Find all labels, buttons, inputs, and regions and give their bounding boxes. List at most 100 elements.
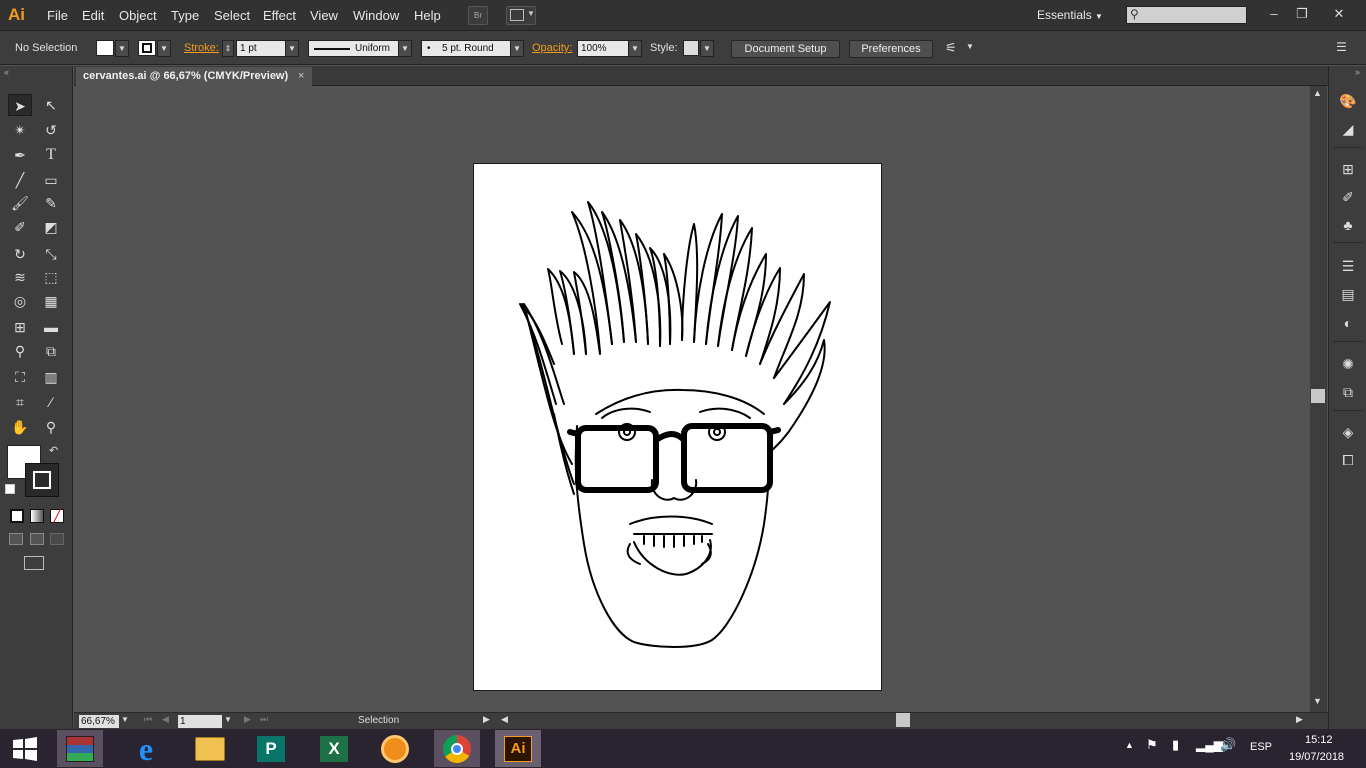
next-artboard-icon[interactable]: ▶ — [244, 714, 251, 725]
taskbar-publisher[interactable]: P — [248, 730, 294, 767]
previous-artboard-icon[interactable]: ◀ — [162, 714, 169, 725]
appearance-icon[interactable]: ✺ — [1338, 355, 1358, 373]
color-guide-icon[interactable]: ◢ — [1338, 120, 1358, 138]
variable-width-profile[interactable]: Uniform — [308, 40, 399, 57]
arrange-documents-button[interactable]: ▼ — [506, 6, 536, 25]
search-input[interactable]: ⚲ — [1126, 6, 1247, 24]
swap-colors-icon[interactable]: ↶ — [49, 444, 58, 457]
hand-tool-icon[interactable]: ✋ — [8, 416, 32, 438]
show-hidden-icons[interactable]: ▲ — [1125, 740, 1134, 750]
status-menu-icon[interactable]: ▶ — [483, 714, 490, 725]
scroll-left-icon[interactable]: ◀ — [501, 714, 508, 725]
collapse-icon[interactable]: « — [4, 67, 9, 77]
lasso-tool-icon[interactable]: ↺ — [39, 119, 63, 141]
line-tool-icon[interactable]: ╱ — [8, 169, 32, 191]
taskbar-winrar[interactable] — [57, 730, 103, 767]
zoom-dropdown-icon[interactable]: ▼ — [121, 715, 129, 724]
pen-tool-icon[interactable]: ✒ — [8, 144, 32, 166]
style-swatch[interactable] — [683, 40, 699, 56]
vertical-scroll-thumb[interactable] — [1311, 389, 1325, 403]
gradient-mode-icon[interactable] — [30, 509, 44, 523]
draw-inside-icon[interactable] — [50, 533, 64, 545]
language-indicator[interactable]: ESP — [1250, 741, 1272, 753]
color-mode-icon[interactable] — [10, 509, 24, 523]
taskbar-file-explorer[interactable] — [187, 730, 233, 767]
menu-view[interactable]: View — [310, 8, 338, 23]
stroke-weight-input[interactable]: 1 pt — [236, 40, 286, 57]
arrange-icon[interactable]: ⚟ — [945, 40, 957, 56]
magic-wand-tool-icon[interactable]: ✴ — [8, 119, 32, 141]
draw-normal-icon[interactable] — [9, 533, 23, 545]
opacity-input[interactable]: 100% — [577, 40, 629, 57]
close-tab-icon[interactable]: × — [298, 67, 304, 86]
taskbar-illustrator[interactable]: Ai — [495, 730, 541, 767]
document-tab[interactable]: cervantes.ai @ 66,67% (CMYK/Preview) × — [76, 67, 312, 86]
preferences-button[interactable]: Preferences — [849, 40, 933, 58]
restore-button[interactable]: ❐ — [1288, 4, 1316, 24]
clock-time[interactable]: 15:12 — [1305, 734, 1333, 746]
scale-tool-icon[interactable]: ⤡ — [39, 243, 63, 265]
menu-select[interactable]: Select — [214, 8, 250, 23]
zoom-tool-icon[interactable]: ⚲ — [39, 416, 63, 438]
color-palette-icon[interactable]: 🎨 — [1338, 92, 1358, 110]
rectangle-tool-icon[interactable]: ▭ — [39, 169, 63, 191]
menu-type[interactable]: Type — [171, 8, 199, 23]
close-window-button[interactable]: ✕ — [1325, 4, 1353, 24]
layers-icon[interactable]: ◈ — [1338, 423, 1358, 441]
blob-brush-tool-icon[interactable]: ✐ — [8, 216, 32, 238]
opacity-label[interactable]: Opacity: — [532, 42, 572, 54]
battery-icon[interactable]: ▮ — [1172, 737, 1179, 753]
eyedropper-tool-icon[interactable]: ⚲ — [8, 340, 32, 362]
chevron-down-icon[interactable]: ▼ — [966, 42, 974, 51]
direct-selection-tool-icon[interactable]: ↖ — [39, 94, 63, 116]
artboards-icon[interactable]: ⧠ — [1338, 451, 1358, 469]
profile-dropdown[interactable]: ▼ — [398, 40, 412, 57]
start-button[interactable] — [2, 730, 48, 767]
taskbar-app-orange[interactable] — [372, 730, 418, 767]
brush-definition[interactable]: • 5 pt. Round — [421, 40, 511, 57]
free-transform-tool-icon[interactable]: ⬚ — [39, 266, 63, 288]
menu-file[interactable]: File — [47, 8, 68, 23]
action-center-icon[interactable]: ⚑ — [1146, 737, 1158, 753]
selection-tool-icon[interactable]: ➤ — [8, 94, 32, 116]
artboard-dropdown-icon[interactable]: ▼ — [224, 715, 232, 724]
stroke-weight-dropdown[interactable]: ▼ — [285, 40, 299, 57]
artboard[interactable] — [473, 163, 882, 691]
workspace-switcher[interactable]: Essentials ▼ — [1037, 8, 1103, 22]
type-tool-icon[interactable]: T — [39, 144, 63, 166]
scroll-up-icon[interactable]: ▲ — [1313, 88, 1322, 98]
stroke-swatch[interactable] — [138, 40, 156, 56]
network-icon[interactable]: ▂▄▆ — [1196, 738, 1223, 752]
menu-window[interactable]: Window — [353, 8, 399, 23]
menu-effect[interactable]: Effect — [263, 8, 296, 23]
gradient-icon[interactable]: ▤ — [1338, 285, 1358, 303]
fill-dropdown[interactable]: ▼ — [115, 40, 129, 57]
symbol-sprayer-tool-icon[interactable]: ⛶ — [8, 366, 32, 388]
stroke-color-box[interactable] — [25, 463, 59, 497]
taskbar-internet-explorer[interactable]: e — [123, 730, 169, 767]
column-graph-tool-icon[interactable]: ▥ — [39, 366, 63, 388]
opacity-dropdown[interactable]: ▼ — [628, 40, 642, 57]
rotate-tool-icon[interactable]: ↻ — [8, 243, 32, 265]
default-colors-icon[interactable] — [5, 484, 15, 494]
first-artboard-icon[interactable]: ⏮ — [144, 714, 152, 725]
scroll-right-icon[interactable]: ▶ — [1296, 714, 1303, 725]
screen-mode-icon[interactable] — [24, 556, 44, 570]
transparency-icon[interactable]: ◐ — [1338, 314, 1358, 332]
perspective-grid-tool-icon[interactable]: ▦ — [39, 290, 63, 312]
menu-edit[interactable]: Edit — [82, 8, 104, 23]
style-dropdown[interactable]: ▼ — [700, 40, 714, 57]
zoom-level-input[interactable]: 66,67% — [79, 715, 119, 728]
taskbar-chrome[interactable] — [434, 730, 480, 767]
swatches-icon[interactable]: ⊞ — [1338, 160, 1358, 178]
artboard-number-input[interactable]: 1 — [178, 715, 222, 728]
blend-tool-icon[interactable]: ⧉ — [39, 340, 63, 362]
horizontal-scroll-thumb[interactable] — [896, 713, 910, 727]
fill-swatch[interactable] — [96, 40, 114, 56]
expand-panels-icon[interactable]: » — [1355, 67, 1360, 77]
draw-behind-icon[interactable] — [30, 533, 44, 545]
taskbar-excel[interactable]: X — [311, 730, 357, 767]
menu-object[interactable]: Object — [119, 8, 157, 23]
gradient-tool-icon[interactable]: ▬ — [39, 316, 63, 338]
scroll-down-icon[interactable]: ▼ — [1313, 696, 1322, 706]
